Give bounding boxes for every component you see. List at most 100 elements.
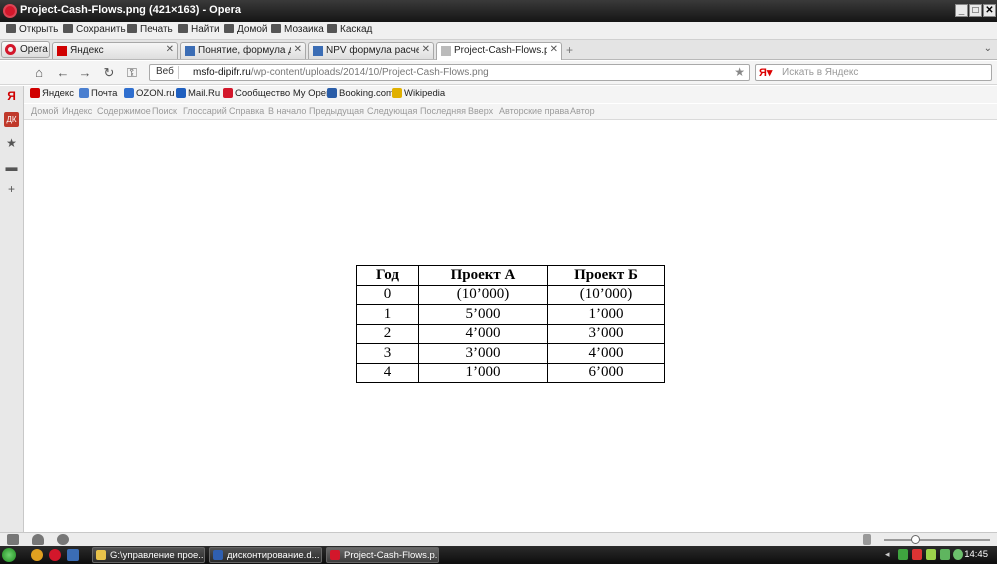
task-label: G:\управление прое...	[110, 550, 205, 561]
url-domain: msfo-dipifr.ru	[193, 67, 251, 78]
ozon-icon	[124, 88, 134, 98]
url-path: /wp-content/uploads/2014/10/Project-Cash…	[250, 67, 489, 78]
forward-button[interactable]: →	[77, 65, 93, 81]
word-icon	[213, 550, 223, 560]
menu-find-label: Найти	[191, 24, 220, 35]
address-field[interactable]: Веб msfo-dipifr.ru/wp-content/uploads/20…	[149, 64, 750, 81]
nav-last[interactable]: Последняя	[420, 106, 466, 116]
bookmark-booking[interactable]: Booking.com	[327, 88, 394, 99]
tab-npv-formula[interactable]: NPV формула расчета п... ✕	[308, 42, 434, 59]
close-tab-icon[interactable]: ✕	[166, 44, 174, 55]
taskbar-clock[interactable]: 14:45	[964, 549, 988, 560]
bookmark-mail[interactable]: Почта	[79, 88, 117, 99]
page-favicon-icon	[185, 46, 195, 56]
zoom-out-icon[interactable]	[863, 534, 871, 545]
add-panel-icon[interactable]: +	[4, 182, 19, 197]
nav-contents[interactable]: Содержимое	[97, 106, 151, 116]
folder-icon	[96, 550, 106, 560]
reload-button[interactable]: ↻	[101, 65, 117, 81]
bookmark-wikipedia[interactable]: Wikipedia	[392, 88, 445, 99]
web-badge[interactable]: Веб	[152, 66, 179, 79]
zoom-slider-handle[interactable]	[911, 535, 920, 544]
nav-index[interactable]: Индекс	[62, 106, 92, 116]
nav-previous[interactable]: Предыдущая	[309, 106, 364, 116]
bookmark-label: Сообщество My Opera	[235, 88, 335, 99]
opera-menu-button[interactable]: Opera	[1, 41, 50, 58]
bookmark-yandex[interactable]: Яндекс	[30, 88, 74, 99]
bookmark-mailru[interactable]: Mail.Ru	[176, 88, 220, 99]
tab-yandex[interactable]: Яндекс ✕	[52, 42, 178, 59]
opera-app-icon	[3, 4, 17, 18]
nav-help[interactable]: Справка	[229, 106, 264, 116]
antivirus-tray-icon[interactable]	[912, 549, 922, 560]
nav-home[interactable]: Домой	[31, 106, 58, 116]
download-tray-icon[interactable]	[898, 549, 908, 560]
bookmarks-panel-star-icon[interactable]: ★	[4, 136, 19, 151]
bookmark-ozon[interactable]: OZON.ru	[124, 88, 175, 99]
table-row: 3 3’000 4’000	[356, 343, 665, 364]
tab-discount-formula[interactable]: Понятие, формула дис... ✕	[180, 42, 306, 59]
menu-save[interactable]: Сохранить	[63, 24, 126, 38]
menu-bar: Открыть Сохранить Печать Найти Домой Моз…	[0, 22, 997, 40]
tray-expand-icon[interactable]: ◂	[885, 549, 895, 560]
cash-flows-table: Год Проект А Проект Б 0 (10’000) (10’000…	[356, 265, 665, 383]
nav-up[interactable]: Вверх	[468, 106, 493, 116]
tab-bar: Opera Яндекс ✕ Понятие, формула дис... ✕…	[0, 40, 997, 60]
speed-dial-icon[interactable]	[57, 534, 69, 545]
minimize-button[interactable]: _	[955, 4, 968, 17]
menu-home[interactable]: Домой	[224, 24, 267, 38]
key-icon[interactable]: ⚿	[124, 65, 140, 81]
desktop-quicklaunch-icon[interactable]	[67, 549, 79, 561]
booking-icon	[327, 88, 337, 98]
menu-tile[interactable]: Мозаика	[271, 24, 324, 38]
nav-next[interactable]: Следующая	[367, 106, 417, 116]
home-button[interactable]: ⌂	[31, 65, 47, 81]
bookmark-label: Wikipedia	[404, 88, 446, 99]
notes-panel-icon[interactable]: ▬	[4, 160, 19, 175]
new-tab-button[interactable]: +	[566, 43, 573, 57]
turbo-cloud-icon[interactable]	[32, 534, 44, 545]
close-tab-icon[interactable]: ✕	[550, 44, 558, 55]
nav-copyright[interactable]: Авторские права	[499, 106, 569, 116]
nav-first[interactable]: В начало	[268, 106, 306, 116]
bookmark-label: OZON.ru	[136, 88, 175, 99]
mail-icon	[79, 88, 89, 98]
back-button[interactable]: ←	[55, 65, 71, 81]
yandex-panel-icon[interactable]: Я	[4, 89, 19, 104]
network-tray-icon[interactable]	[926, 549, 936, 560]
start-button[interactable]	[2, 548, 16, 562]
maximize-button[interactable]: □	[969, 4, 982, 17]
cell-year: 3	[356, 343, 419, 364]
opera-quicklaunch-icon[interactable]	[49, 549, 61, 561]
task-explorer[interactable]: G:\управление прое...	[92, 547, 205, 563]
window-titlebar[interactable]: Project-Cash-Flows.png (421×163) - Opera…	[0, 0, 997, 22]
close-window-button[interactable]: ✕	[983, 4, 996, 17]
tab-project-cash-flows[interactable]: Project-Cash-Flows.png ... ✕	[436, 42, 562, 60]
menu-open[interactable]: Открыть	[6, 24, 58, 38]
menu-print[interactable]: Печать	[127, 24, 173, 38]
yandex-search-icon[interactable]: Я▾	[759, 66, 772, 79]
search-input[interactable]: Я▾ Искать в Яндекс	[755, 64, 992, 81]
close-tab-icon[interactable]: ✕	[294, 44, 302, 55]
bookmark-star-icon[interactable]: ★	[734, 65, 745, 79]
menu-cascade[interactable]: Каскад	[327, 24, 372, 38]
nav-search[interactable]: Поиск	[152, 106, 177, 116]
mailru-icon	[176, 88, 186, 98]
news-panel-icon[interactable]: ДК	[4, 112, 19, 127]
task-word-document[interactable]: дисконтирование.d...	[209, 547, 322, 563]
cell-project-a: (10’000)	[418, 284, 548, 305]
signal-tray-icon[interactable]	[940, 549, 950, 560]
status-tray-icon[interactable]	[953, 549, 963, 560]
zoom-slider-track[interactable]	[884, 539, 990, 541]
menu-find[interactable]: Найти	[178, 24, 220, 38]
chrome-quicklaunch-icon[interactable]	[31, 549, 43, 561]
task-opera[interactable]: Project-Cash-Flows.p...	[326, 547, 439, 563]
nav-author[interactable]: Автор	[570, 106, 595, 116]
close-tab-icon[interactable]: ✕	[422, 44, 430, 55]
url-text[interactable]: msfo-dipifr.ru/wp-content/uploads/2014/1…	[193, 67, 489, 78]
panel-toggle-icon[interactable]	[7, 534, 19, 545]
tab-list-chevron-icon[interactable]: ⌄	[984, 43, 992, 54]
bookmark-my-opera[interactable]: Сообщество My Opera	[223, 88, 335, 99]
nav-glossary[interactable]: Глоссарий	[183, 106, 227, 116]
yandex-favicon-icon	[57, 46, 67, 56]
